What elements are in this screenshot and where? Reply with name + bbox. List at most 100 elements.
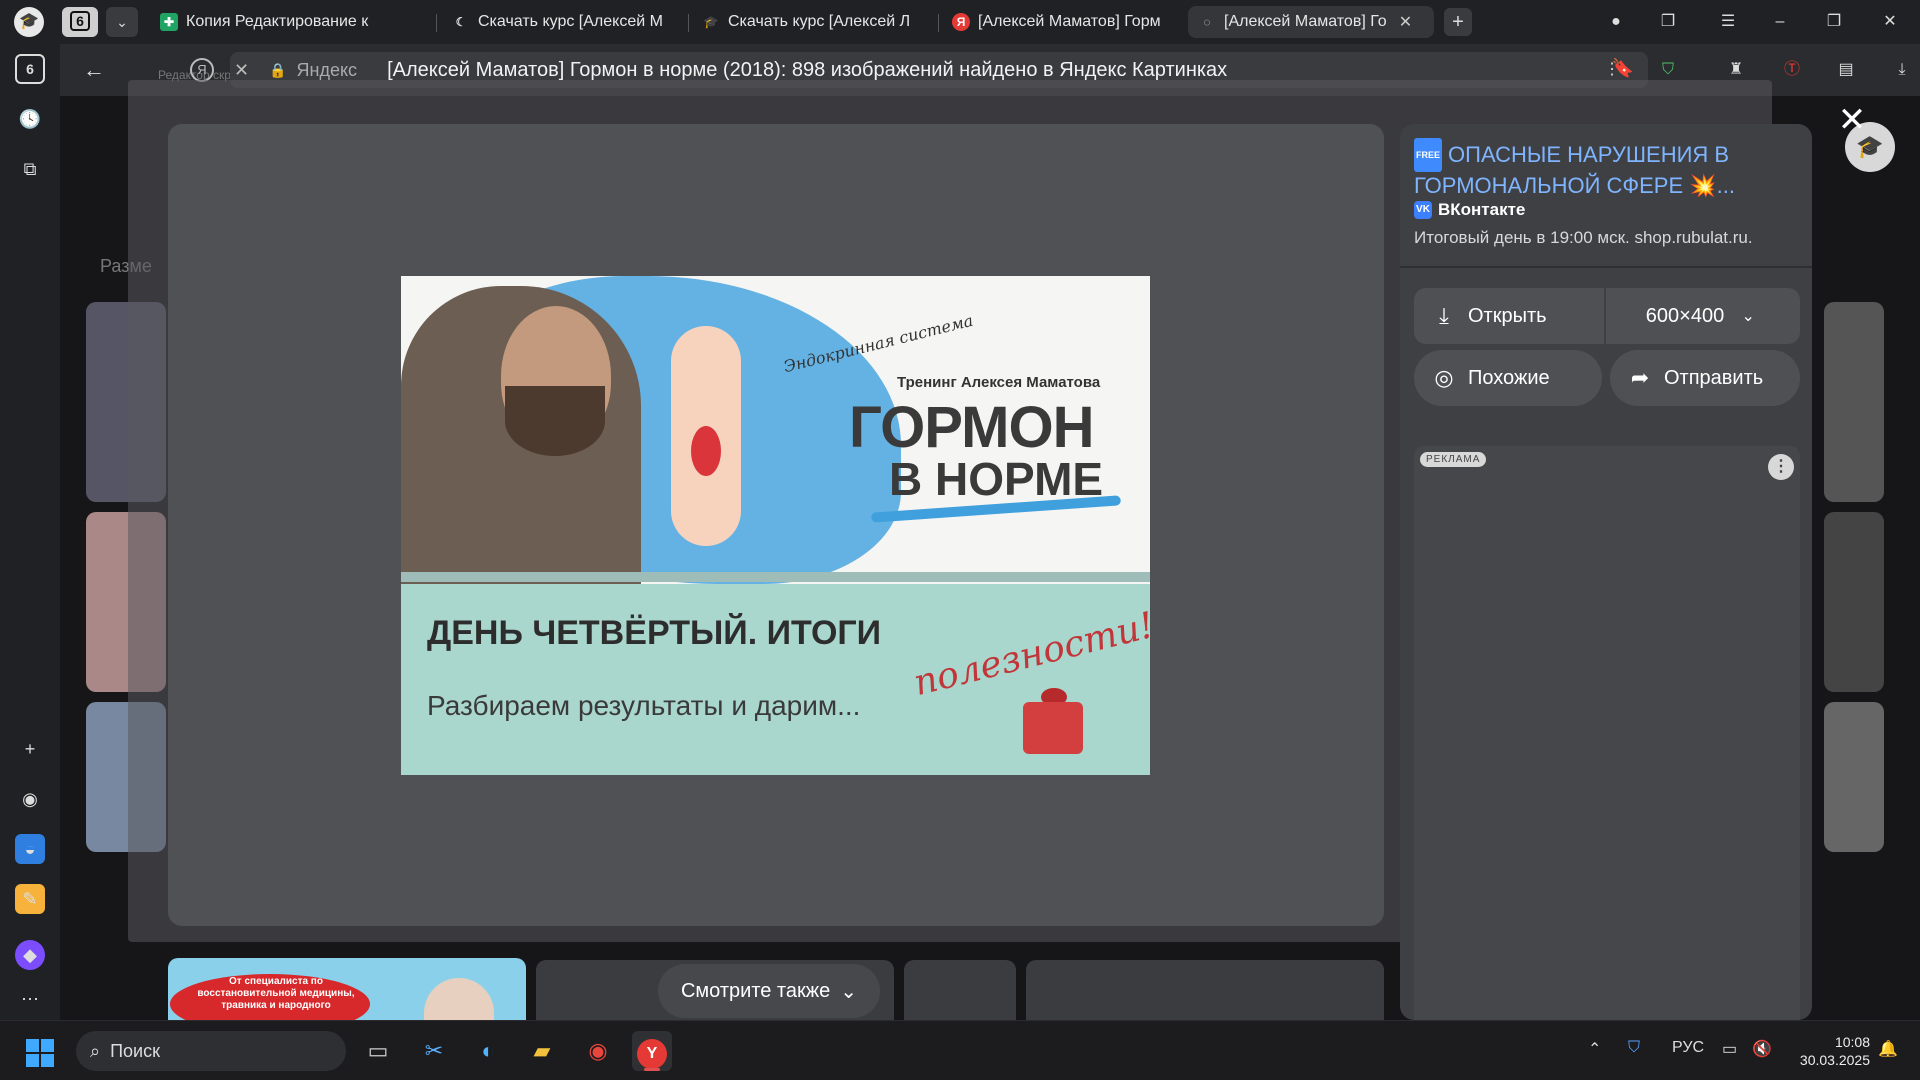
kebab-menu-icon[interactable]: ⋮ [1600, 58, 1624, 82]
defender-icon[interactable]: ⛉ [1628, 1039, 1640, 1057]
tab-1[interactable]: ✚ Копия Редактирование к [150, 6, 428, 38]
clock[interactable]: 10:08 30.03.2025 [1790, 1033, 1870, 1069]
source-site[interactable]: VK ВКонтакте [1414, 200, 1525, 220]
chevron-up-icon[interactable]: ⌃ [1588, 1039, 1601, 1059]
yandex-browser-icon[interactable]: Y [632, 1031, 672, 1071]
yandex-icon: Я [952, 13, 970, 31]
history-icon[interactable]: 🕓 [15, 104, 45, 134]
tab-2[interactable]: ☾ Скачать курс [Алексей М [442, 6, 682, 38]
chevron-down-icon[interactable]: ⌄ [106, 7, 138, 37]
extension-icon[interactable]: ♜ [1724, 58, 1748, 82]
close-tab-icon[interactable]: ✕ [1399, 12, 1412, 32]
bg-result-card[interactable] [1824, 512, 1884, 692]
tab-3[interactable]: 🎓 Скачать курс [Алексей Л [692, 6, 932, 38]
loading-spinner-icon: ◌ [1203, 15, 1211, 29]
assistant-icon[interactable]: ◆ [15, 940, 45, 970]
taskbar: ⌕ Поиск ▭ ✂ ◐ ▰ ◉ Y ⌃ ⛉ РУС ▭ 🔇 10:08 30… [0, 1020, 1920, 1080]
hero-day-text: ДЕНЬ ЧЕТВЁРТЫЙ. ИТОГИ [427, 614, 882, 652]
language-indicator[interactable]: РУС [1672, 1039, 1704, 1057]
close-viewer-icon[interactable]: ✕ [1836, 103, 1868, 137]
tab-label: Копия Редактирование к [186, 13, 369, 30]
ad-menu-icon[interactable]: ⋮ [1768, 454, 1794, 480]
tab-label: Скачать курс [Алексей М [478, 13, 663, 30]
tab-4[interactable]: Я [Алексей Маматов] Горм [942, 6, 1182, 38]
task-view-icon[interactable]: ▭ [358, 1031, 398, 1071]
share-button[interactable]: ➦ Отправить [1610, 350, 1800, 406]
moon-icon: ☾ [455, 15, 467, 29]
ad-label: РЕКЛАМА [1420, 452, 1487, 467]
tab-groups-button[interactable]: 6 [62, 7, 98, 37]
translate-extension-icon[interactable]: Ⓣ [1780, 58, 1804, 82]
date: 30.03.2025 [1799, 1052, 1870, 1068]
sheets-icon: ✚ [160, 13, 178, 31]
edge-icon[interactable]: ◐ [468, 1031, 508, 1071]
clear-icon[interactable]: ✕ [234, 60, 249, 81]
yandex-circle-icon[interactable]: Я [190, 58, 214, 82]
ad-block[interactable]: РЕКЛАМА ⋮ [1414, 446, 1800, 1020]
windows-start-icon[interactable] [26, 1039, 54, 1067]
hero-results-text: Разбираем результаты и дарим... [427, 690, 861, 721]
back-arrow-icon[interactable]: ← [80, 56, 108, 84]
notifications-icon[interactable]: 🔔 [1878, 1039, 1898, 1059]
volume-muted-icon[interactable]: 🔇 [1752, 1039, 1772, 1059]
size-dropdown[interactable]: 600×400 ⌄ [1606, 288, 1800, 344]
hero-subtitle: Тренинг Алексея Маматова [897, 374, 1101, 391]
cloud-icon[interactable]: ◒ [15, 834, 45, 864]
thumb-person [424, 978, 494, 1020]
network-icon[interactable]: ▭ [1722, 1039, 1737, 1059]
download-icon[interactable]: ⤓ [1890, 58, 1914, 82]
address-page-title: [Алексей Маматов] Гормон в норме (2018):… [387, 58, 1228, 81]
alice-icon[interactable]: ◉ [15, 784, 45, 814]
taskbar-search[interactable]: ⌕ Поиск [76, 1031, 346, 1071]
search-placeholder: Поиск [110, 1040, 160, 1061]
new-tab-button[interactable]: + [1444, 8, 1472, 36]
source-title-text: ОПАСНЫЕ НАРУШЕНИЯ В ГОРМОНАЛЬНОЙ СФЕРЕ 💥… [1414, 142, 1735, 198]
screenshot-icon[interactable]: ⧉ [15, 154, 45, 184]
hero-beard [505, 386, 605, 456]
divider [1400, 266, 1812, 268]
see-also-button[interactable]: Смотрите также ⌄ [658, 964, 880, 1018]
preview-image[interactable]: Эндокринная система Тренинг Алексея Мама… [401, 276, 1150, 775]
similar-button[interactable]: ◎ Похожие [1414, 350, 1602, 406]
tab-5-active[interactable]: ◌ [Алексей Маматов] Го ✕ [1188, 6, 1434, 38]
menu-icon[interactable]: ☰ [1716, 10, 1740, 34]
download-arrow-icon: ⤓ [1439, 303, 1449, 328]
profile-icon[interactable]: ● [1604, 10, 1628, 34]
bg-result-card[interactable] [1824, 302, 1884, 502]
restore-icon[interactable]: ❐ [1822, 10, 1846, 34]
chevron-down-icon: ⌄ [840, 980, 858, 1003]
share-arrow-icon: ➦ [1630, 365, 1650, 390]
source-title-link[interactable]: FREE ОПАСНЫЕ НАРУШЕНИЯ В ГОРМОНАЛЬНОЙ СФЕ… [1414, 138, 1784, 200]
sidebar-tabs-badge[interactable]: 6 [15, 54, 45, 84]
collections-icon[interactable]: ❐ [1656, 10, 1680, 34]
lens-icon: ◎ [1434, 365, 1454, 390]
action-buttons: ⤓ Открыть 600×400 ⌄ ◎ Похожие ➦ Отправит… [1414, 288, 1800, 424]
tab-divider [688, 14, 689, 32]
bg-result-card[interactable] [1824, 702, 1884, 852]
hero-bottom-area: ДЕНЬ ЧЕТВЁРТЫЙ. ИТОГИ Разбираем результа… [401, 584, 1150, 775]
hero-title-line1: ГОРМОН [849, 395, 1094, 460]
minimize-icon[interactable]: – [1768, 10, 1792, 34]
reader-icon[interactable]: ▤ [1834, 58, 1858, 82]
add-icon[interactable]: + [15, 734, 45, 764]
file-explorer-icon[interactable]: ▰ [522, 1031, 562, 1071]
active-indicator [644, 1068, 660, 1071]
browser-logo-icon[interactable]: 🎓 [14, 7, 44, 37]
see-also-thumb-ad[interactable]: От специалиста по восстановительной меди… [168, 958, 526, 1020]
notes-icon[interactable]: ✎ [15, 884, 45, 914]
chrome-icon[interactable]: ◉ [578, 1031, 618, 1071]
lock-icon[interactable]: 🔒 [269, 62, 286, 79]
see-also-thumb[interactable] [1026, 960, 1384, 1020]
protect-shield-icon[interactable]: ⛉ [1656, 58, 1680, 82]
open-button[interactable]: ⤓ Открыть [1414, 288, 1604, 344]
search-icon: ⌕ [90, 1040, 101, 1061]
tab-label: Скачать курс [Алексей Л [728, 13, 911, 30]
close-window-icon[interactable]: ✕ [1878, 10, 1902, 34]
tab-label: [Алексей Маматов] Горм [978, 13, 1161, 30]
see-also-thumb[interactable] [904, 960, 1016, 1020]
more-icon[interactable]: ⋯ [15, 984, 45, 1014]
snipping-tool-icon[interactable]: ✂ [414, 1031, 454, 1071]
see-also-label: Смотрите также [680, 979, 831, 1002]
hero-heart [691, 426, 721, 476]
vk-icon: VK [1414, 201, 1432, 219]
